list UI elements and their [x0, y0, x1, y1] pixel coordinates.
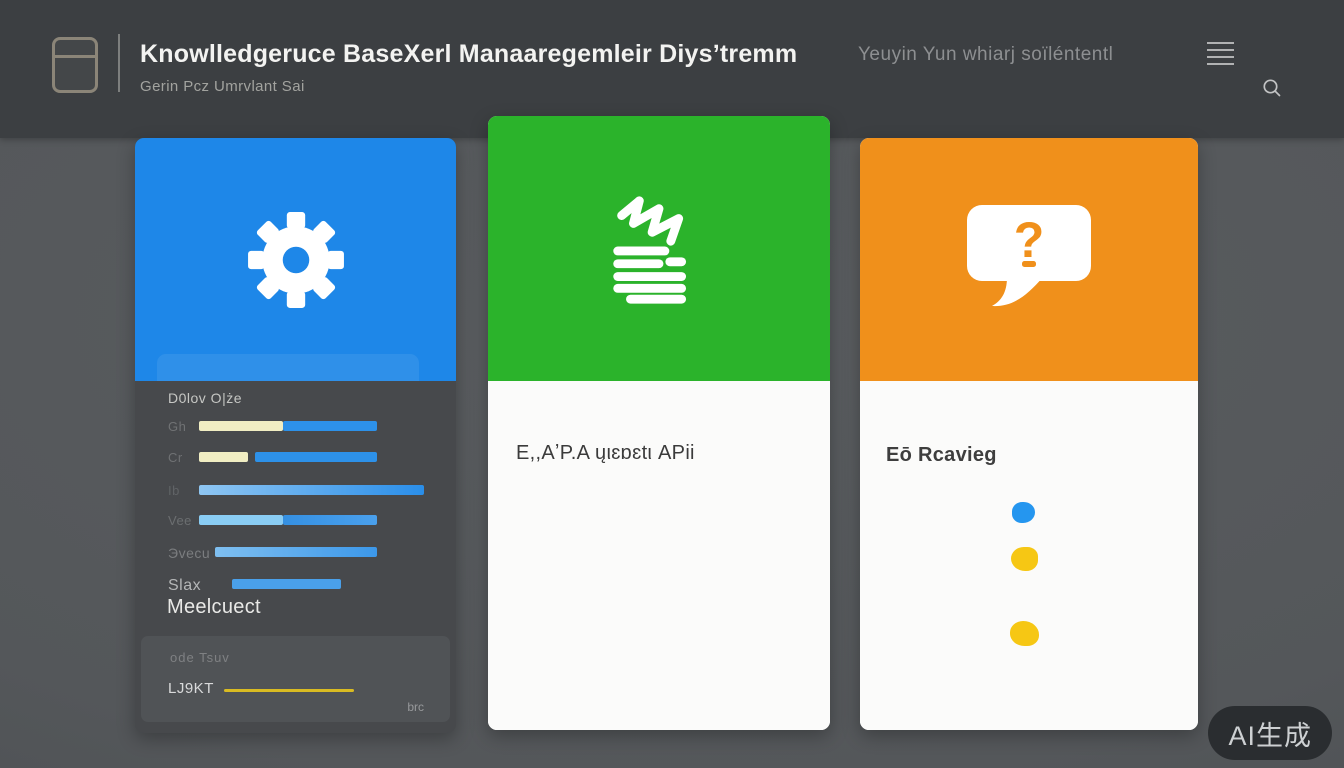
docs-card-title: E,,AʼP.A ųιɛɒɛtι APii	[516, 442, 695, 465]
stat-bar	[232, 579, 341, 589]
stat-label: Slax	[168, 577, 201, 595]
stat-bar	[199, 421, 377, 431]
stat-row: Ib	[135, 485, 456, 497]
yellow-blob-icon	[1010, 621, 1039, 646]
faq-card-header: ?	[860, 138, 1198, 381]
header-user-text: Yeuyin Yun whiarj soïléntentl	[858, 44, 1113, 66]
stat-bar-segment	[215, 547, 377, 557]
stat-row: Slax	[135, 579, 456, 591]
stat-label: Vee	[168, 513, 192, 528]
app-root: Knowlledgeruce BaseXerl Manaaregemleir D…	[0, 0, 1344, 768]
stat-bar-segment	[283, 421, 377, 431]
stat-label: Cr	[168, 450, 183, 465]
docs-card-body	[488, 381, 830, 730]
ai-watermark-badge: AI生成	[1208, 706, 1332, 760]
panel-caption: ode Tsuv	[170, 650, 230, 665]
header-tab-shape	[157, 354, 419, 381]
stats-bottom-panel: ode Tsuv LJ9KT brc	[141, 636, 450, 722]
stat-bar-segment	[255, 452, 377, 462]
yellow-blob-icon	[1011, 547, 1038, 571]
docs-card-header	[488, 116, 830, 381]
stat-bar	[215, 547, 377, 557]
header-divider	[118, 34, 120, 92]
document-lines-icon	[600, 190, 718, 308]
stat-bar-segment	[199, 485, 424, 495]
stat-row: Gh	[135, 421, 456, 433]
stat-bar-segment	[199, 515, 283, 525]
page-subtitle: Gerin Pcz Umrvlant Sai	[140, 78, 305, 95]
stat-row: Эvecu	[135, 547, 456, 559]
gear-icon	[245, 209, 347, 311]
stat-bar-segment	[199, 421, 283, 431]
panel-yellow-line	[224, 689, 354, 692]
stat-bar	[199, 515, 377, 525]
stats-list-title: D0lov O|że	[168, 390, 242, 406]
search-icon[interactable]	[1262, 78, 1282, 98]
panel-value: LJ9KT	[168, 680, 214, 697]
faq-card-title: Eō Rcavieg	[886, 444, 997, 467]
book-logo-icon	[52, 37, 98, 93]
stat-label: Ib	[168, 483, 180, 498]
panel-note: brc	[407, 700, 424, 714]
faq-card[interactable]: ? Eō Rcavieg	[860, 138, 1198, 730]
stats-footer-title: Meelcuect	[167, 596, 261, 619]
stat-label: Эvecu	[168, 545, 210, 561]
stat-bar	[199, 485, 424, 495]
docs-card[interactable]: E,,AʼP.A ųιɛɒɛtι APii	[488, 116, 830, 730]
stats-card-header	[135, 138, 456, 381]
stat-bar	[199, 452, 377, 462]
stats-card[interactable]: D0lov O|że GhCrIbVeeЭvecuSlax Meelcuect …	[135, 138, 456, 733]
stat-label: Gh	[168, 419, 186, 434]
stat-row: Vee	[135, 515, 456, 527]
ai-watermark-label: AI生成	[1228, 714, 1312, 753]
hamburger-menu-icon[interactable]	[1207, 42, 1235, 66]
stat-bar-segment	[232, 579, 341, 589]
page-title: Knowlledgeruce BaseXerl Manaaregemleir D…	[140, 40, 797, 69]
stat-bar-segment	[283, 515, 377, 525]
stat-row: Cr	[135, 452, 456, 464]
question-bubble-icon: ?	[959, 201, 1099, 319]
svg-text:?: ?	[1014, 212, 1045, 268]
stat-bar-segment	[199, 452, 248, 462]
